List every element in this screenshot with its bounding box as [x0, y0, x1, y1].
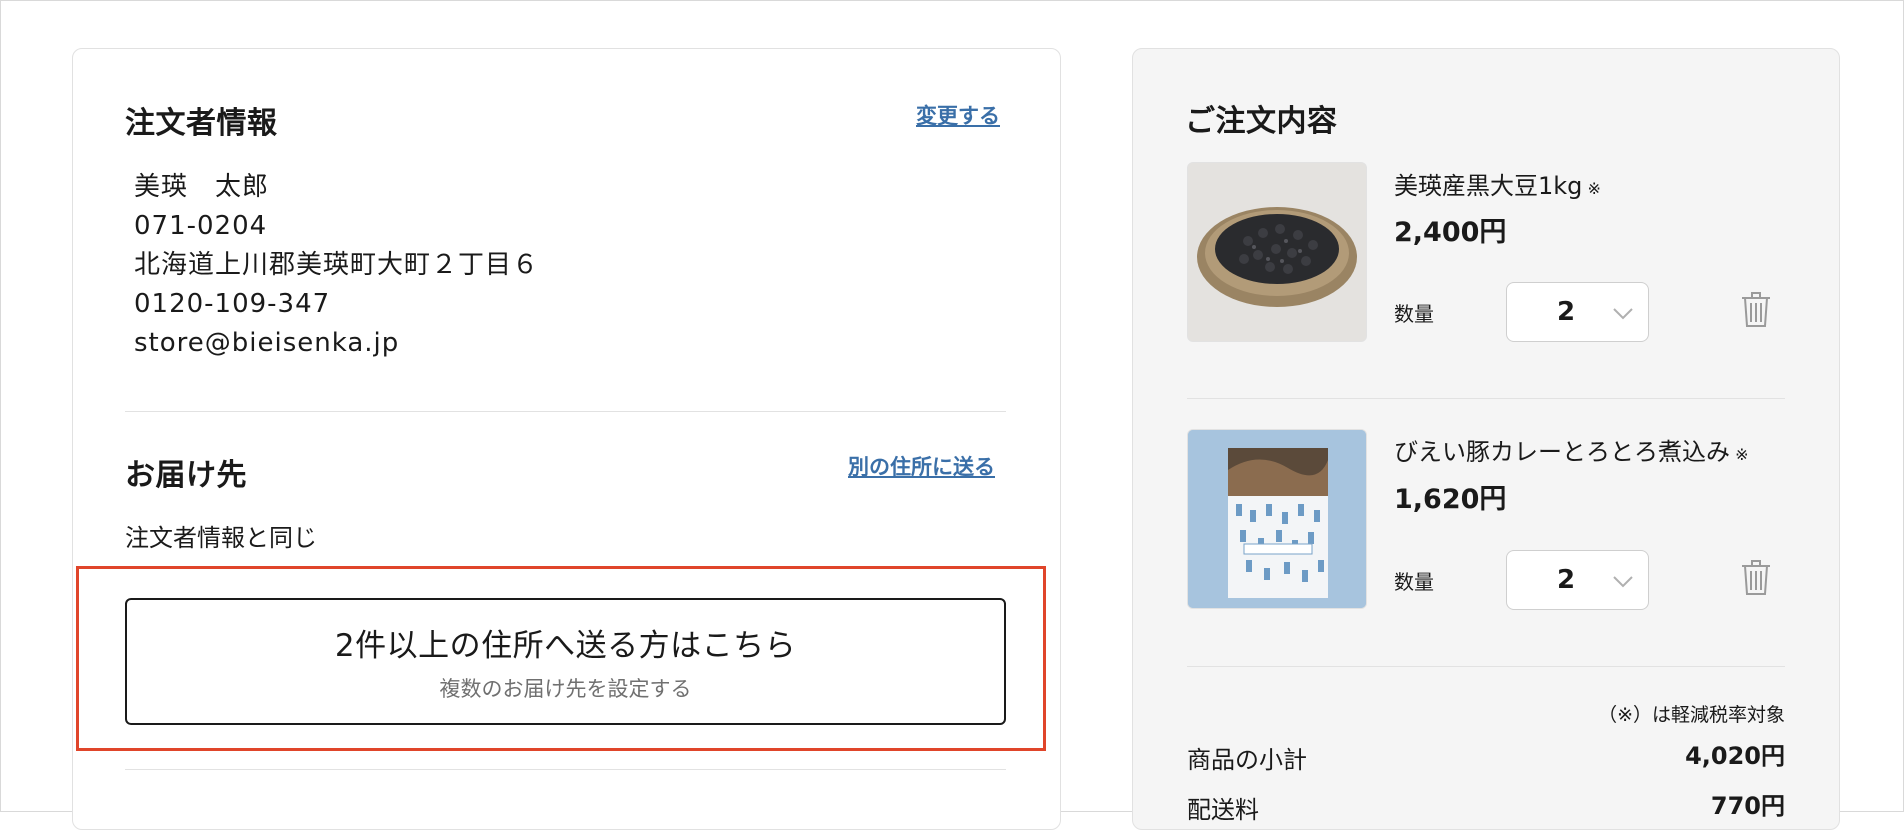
product-2-name: びえい豚カレーとろとろ煮込み	[1394, 438, 1730, 466]
delivery-title: お届け先	[125, 458, 247, 493]
orderer-address: 北海道上川郡美瑛町大町２丁目６	[134, 250, 540, 280]
product-1-qty-label: 数量	[1394, 302, 1434, 326]
product-2-title: びえい豚カレーとろとろ煮込み ※	[1394, 432, 1749, 467]
product-2-qty-value: 2	[1557, 565, 1576, 595]
multi-address-button-label: 2件以上の住所へ送る方はこちら	[334, 628, 797, 664]
shipping-value: 770円	[1710, 792, 1785, 820]
product-1-name: 美瑛産黒大豆1kg	[1394, 172, 1583, 200]
shipping-label: 配送料	[1187, 796, 1259, 824]
subtotal-label: 商品の小計	[1187, 746, 1307, 774]
multi-address-button-sublabel: 複数のお届け先を設定する	[439, 677, 692, 701]
orderer-postal: 071-0204	[134, 211, 268, 241]
orderer-details: 美瑛 太郎 071-0204 北海道上川郡美瑛町大町２丁目６ 0120-109-…	[134, 168, 539, 363]
product-2-price: 1,620円	[1394, 484, 1507, 515]
subtotal-value: 4,020円	[1685, 742, 1785, 770]
product-image-curry	[1187, 429, 1367, 609]
other-address-link[interactable]: 別の住所に送る	[848, 451, 995, 481]
product-2-qty-label: 数量	[1394, 570, 1434, 594]
reduced-tax-mark: ※	[1735, 445, 1749, 464]
change-orderer-link[interactable]: 変更する	[916, 100, 1000, 130]
orderer-phone: 0120-109-347	[134, 289, 331, 319]
product-2-qty-select[interactable]: 2	[1506, 550, 1649, 610]
delivery-same-text: 注文者情報と同じ	[125, 524, 317, 552]
product-image-black-soybeans	[1187, 162, 1367, 342]
product-1-title: 美瑛産黒大豆1kg ※	[1394, 166, 1601, 201]
orderer-title: 注文者情報	[125, 106, 278, 141]
trash-icon[interactable]	[1740, 560, 1772, 600]
chevron-down-icon	[1613, 308, 1633, 320]
section-divider	[125, 411, 1006, 412]
product-1-qty-select[interactable]: 2	[1506, 282, 1649, 342]
multi-address-button[interactable]: 2件以上の住所へ送る方はこちら 複数のお届け先を設定する	[125, 598, 1006, 725]
orderer-email: store@bieisenka.jp	[134, 328, 400, 358]
reduced-tax-mark: ※	[1587, 179, 1601, 198]
summary-divider	[1187, 666, 1785, 667]
tax-note: （※）は軽減税率対象	[1598, 704, 1785, 726]
orderer-name: 美瑛 太郎	[134, 172, 270, 202]
product-1-qty-value: 2	[1557, 297, 1576, 327]
section-divider-bottom	[125, 769, 1006, 770]
item-divider	[1187, 398, 1785, 399]
trash-icon[interactable]	[1740, 292, 1772, 332]
order-summary-title: ご注文内容	[1185, 104, 1338, 139]
product-1-price: 2,400円	[1394, 217, 1507, 248]
chevron-down-icon	[1613, 576, 1633, 588]
